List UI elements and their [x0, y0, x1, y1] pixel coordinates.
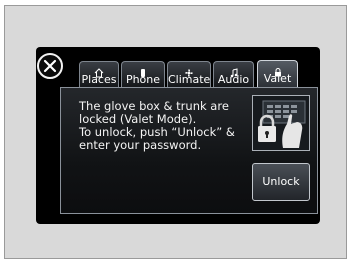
message-line: enter your password.	[79, 138, 202, 152]
tab-label: Climate	[168, 73, 211, 86]
tab-valet[interactable]: Valet	[257, 60, 298, 88]
tab-label: Phone	[125, 73, 161, 86]
valet-message: The glove box & trunk are locked (Valet …	[79, 100, 254, 152]
unlock-button[interactable]: Unlock	[252, 163, 310, 201]
keypad-lock-icon	[258, 100, 306, 148]
tab-climate[interactable]: Climate	[167, 61, 211, 87]
tab-label: Valet	[263, 72, 292, 85]
close-icon	[43, 59, 57, 73]
tab-places[interactable]: Places	[79, 61, 119, 87]
tab-label: Places	[81, 73, 117, 86]
tab-audio[interactable]: Audio	[213, 61, 254, 87]
valet-lock-illustration	[252, 95, 310, 151]
tab-label: Audio	[217, 73, 250, 86]
tab-phone[interactable]: Phone	[121, 61, 165, 87]
close-button[interactable]	[37, 53, 63, 79]
